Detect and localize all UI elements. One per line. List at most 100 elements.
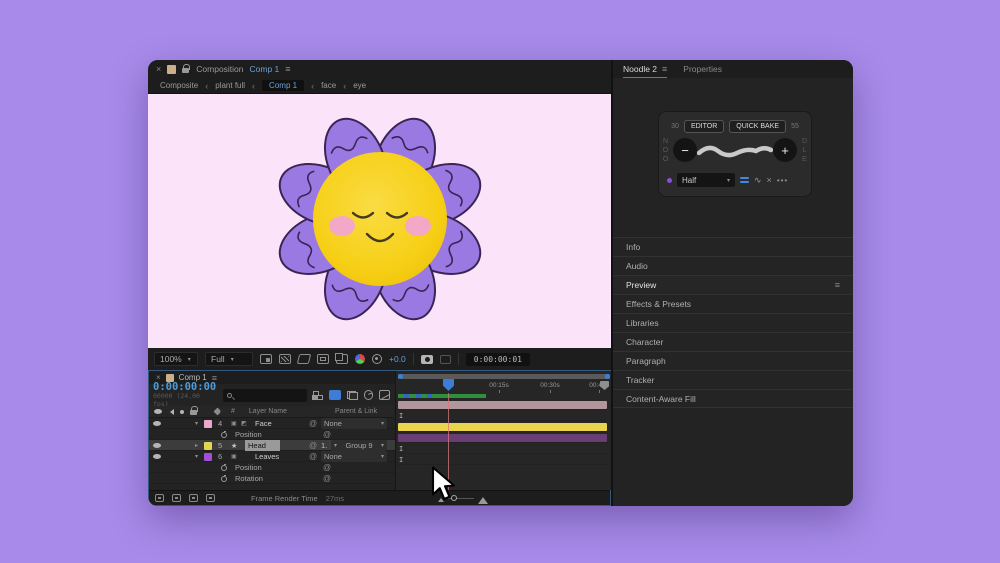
exposure-value[interactable]: +0.0 bbox=[389, 354, 406, 364]
property-name[interactable]: Position bbox=[235, 429, 262, 440]
layer-name[interactable]: Face bbox=[255, 418, 272, 429]
track-row-rotation[interactable]: I bbox=[396, 454, 613, 465]
show-snapshot-icon[interactable] bbox=[440, 355, 451, 364]
panel-menu-icon[interactable]: ≡ bbox=[835, 280, 840, 290]
zoom-in-mountain-icon[interactable] bbox=[478, 492, 488, 504]
clear-icon[interactable]: × bbox=[767, 175, 772, 185]
motion-blur-toggle-icon[interactable] bbox=[189, 494, 198, 502]
panel-preview[interactable]: Preview ≡ bbox=[613, 275, 853, 294]
composition-viewer[interactable] bbox=[148, 94, 611, 348]
panel-menu-icon[interactable]: ≡ bbox=[662, 64, 667, 74]
pick-whip-icon[interactable]: @ bbox=[309, 451, 317, 462]
chevron-down-icon[interactable]: ▾ bbox=[195, 451, 198, 462]
editor-button[interactable]: EDITOR bbox=[684, 120, 724, 133]
draft-3d-icon[interactable] bbox=[329, 390, 341, 400]
more-options-icon[interactable]: ••• bbox=[777, 176, 788, 185]
pick-whip-icon[interactable]: @ bbox=[323, 462, 331, 473]
half-dropdown[interactable]: Half ▾ bbox=[677, 173, 735, 187]
lock-icon[interactable] bbox=[182, 67, 190, 74]
work-area-bar[interactable] bbox=[398, 374, 610, 379]
minus-button[interactable]: − bbox=[673, 138, 697, 162]
noodle-curve[interactable] bbox=[697, 142, 773, 160]
layer-bar-head[interactable] bbox=[398, 423, 607, 431]
current-time-display[interactable]: 0:00:00:00 bbox=[153, 382, 217, 392]
panel-info[interactable]: Info bbox=[613, 237, 853, 256]
motion-blur-icon[interactable] bbox=[364, 390, 374, 400]
shy-toggle-icon[interactable] bbox=[155, 494, 164, 502]
composition-tab-label[interactable]: Composition bbox=[196, 64, 243, 74]
track-row-position[interactable]: I bbox=[396, 443, 613, 454]
fast-previews-icon[interactable] bbox=[372, 354, 382, 364]
breadcrumb-composite[interactable]: Composite bbox=[160, 81, 198, 90]
panel-tracker[interactable]: Tracker bbox=[613, 370, 853, 389]
pixel-aspect-icon[interactable] bbox=[336, 354, 348, 364]
track-area[interactable]: 0s 00:15s 00:30s 00:45s 01:00s bbox=[395, 371, 612, 490]
layer-name-selected[interactable]: Head bbox=[245, 440, 280, 451]
layer-name[interactable]: Leaves bbox=[255, 451, 279, 462]
tab-properties[interactable]: Properties bbox=[683, 64, 722, 74]
layer-color-swatch[interactable] bbox=[204, 453, 212, 461]
panel-character[interactable]: Character bbox=[613, 332, 853, 351]
zoom-level-dropdown[interactable]: 100% ▾ bbox=[154, 352, 198, 366]
layer-bar-leaves[interactable] bbox=[398, 434, 607, 442]
property-name[interactable]: Rotation bbox=[235, 473, 263, 484]
preview-timecode[interactable]: 0:00:00:01 bbox=[466, 353, 530, 366]
frame-blending-icon[interactable] bbox=[347, 391, 358, 400]
region-of-interest-icon[interactable] bbox=[317, 354, 329, 364]
pick-whip-icon[interactable]: @ bbox=[323, 473, 331, 484]
plus-button[interactable]: + bbox=[773, 138, 797, 162]
stopwatch-icon[interactable] bbox=[221, 476, 227, 482]
layer-bar-face[interactable] bbox=[398, 401, 607, 409]
chevron-down-icon[interactable]: ▾ bbox=[195, 418, 198, 429]
parent-dropdown[interactable]: ▾ Group 9 ▾ bbox=[331, 440, 387, 451]
breadcrumb-face[interactable]: face bbox=[321, 81, 336, 90]
search-input[interactable] bbox=[223, 389, 306, 402]
equalize-icon[interactable] bbox=[740, 177, 749, 183]
visibility-eye-icon[interactable] bbox=[153, 421, 161, 426]
tab-noodle2[interactable]: Noodle 2 ≡ bbox=[623, 60, 667, 78]
panel-audio[interactable]: Audio bbox=[613, 256, 853, 275]
layer-color-swatch[interactable] bbox=[204, 420, 212, 428]
resolution-dropdown[interactable]: Full ▾ bbox=[205, 352, 253, 366]
pick-whip-icon[interactable]: @ bbox=[309, 418, 317, 429]
composition-tab-comp-name[interactable]: Comp 1 bbox=[250, 64, 280, 74]
panel-menu-icon[interactable]: ≡ bbox=[285, 64, 290, 74]
breadcrumb-plant-full[interactable]: plant full bbox=[215, 81, 245, 90]
graph-editor-icon[interactable] bbox=[379, 390, 390, 400]
panel-paragraph[interactable]: Paragraph bbox=[613, 351, 853, 370]
panel-content-aware-fill[interactable]: Content-Aware Fill bbox=[613, 389, 853, 408]
visibility-eye-icon[interactable] bbox=[153, 454, 161, 459]
quick-bake-button[interactable]: QUICK BAKE bbox=[729, 120, 786, 133]
breadcrumb-eye[interactable]: eye bbox=[353, 81, 366, 90]
stopwatch-icon[interactable] bbox=[221, 432, 227, 438]
keyframe-icon[interactable]: I bbox=[399, 445, 403, 453]
channel-rgb-icon[interactable] bbox=[355, 354, 365, 364]
pick-whip-icon[interactable]: @ bbox=[309, 440, 317, 451]
track-row-face[interactable] bbox=[396, 399, 613, 410]
curve-mode-icon[interactable]: ∿ bbox=[754, 175, 762, 186]
frame-blend-toggle-icon[interactable] bbox=[172, 494, 181, 502]
close-icon[interactable]: × bbox=[156, 64, 161, 74]
grid-guides-icon[interactable] bbox=[260, 354, 272, 364]
panel-effects-presets[interactable]: Effects & Presets bbox=[613, 294, 853, 313]
layer-color-swatch[interactable] bbox=[204, 442, 212, 450]
time-ruler[interactable]: 0s 00:15s 00:30s 00:45s 01:00s bbox=[396, 380, 613, 393]
track-row-position[interactable]: I bbox=[396, 410, 613, 421]
comp-mini-flowchart-icon[interactable] bbox=[313, 391, 324, 400]
panel-libraries[interactable]: Libraries bbox=[613, 313, 853, 332]
parent-dropdown[interactable]: None ▾ bbox=[321, 451, 387, 462]
track-row-leaves[interactable] bbox=[396, 432, 613, 443]
pick-whip-icon[interactable]: @ bbox=[323, 429, 331, 440]
stopwatch-icon[interactable] bbox=[221, 465, 227, 471]
parent-dropdown[interactable]: None ▾ bbox=[321, 418, 387, 429]
chevron-right-icon[interactable]: ▸ bbox=[195, 440, 198, 451]
transparency-grid-icon[interactable] bbox=[279, 354, 291, 364]
mask-visibility-icon[interactable] bbox=[297, 354, 311, 364]
keyframe-icon[interactable]: I bbox=[399, 412, 403, 420]
breadcrumb-comp1-active[interactable]: Comp 1 bbox=[262, 80, 304, 91]
brainstorm-icon[interactable] bbox=[206, 494, 215, 502]
visibility-eye-icon[interactable] bbox=[153, 443, 161, 448]
snapshot-camera-icon[interactable] bbox=[421, 355, 433, 364]
property-name[interactable]: Position bbox=[235, 462, 262, 473]
track-row-head[interactable] bbox=[396, 421, 613, 432]
